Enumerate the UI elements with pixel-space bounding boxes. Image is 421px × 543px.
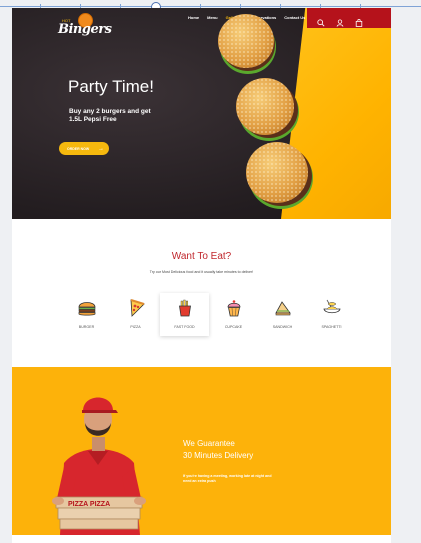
nav-item-menu[interactable]: Menu	[207, 15, 217, 20]
logo-wordmark: Bingers	[58, 22, 112, 37]
burger-image-3	[246, 142, 313, 209]
delivery-man-image: PIZZA PIZZA	[52, 397, 146, 535]
burger-image-2	[236, 78, 299, 141]
section-subtitle: Try our Most Delicious food and it usual…	[149, 270, 254, 274]
search-icon[interactable]	[317, 14, 325, 27]
delivery-section: PIZZA PIZZA We Guarantee 30 Minutes Deli…	[12, 367, 391, 535]
cupcake-icon	[227, 300, 240, 317]
hero-title: Party Time!	[68, 77, 154, 96]
pizza-box-text: PIZZA PIZZA	[68, 501, 110, 508]
nav-item-home[interactable]: Home	[188, 15, 199, 20]
guarantee-text: If you're having a meeting, working late…	[183, 474, 272, 483]
header-icons	[317, 14, 363, 27]
order-now-button[interactable]: ORDER NOW →	[59, 142, 109, 155]
guarantee-title: We Guarantee 30 Minutes Delivery	[183, 439, 254, 460]
pizza-icon	[130, 299, 145, 317]
hero-section: HOT Bingers Home Menu Gallery Reservatio…	[12, 8, 391, 219]
sandwich-icon	[274, 301, 291, 316]
category-burger[interactable]: BURGER	[62, 293, 111, 336]
bag-icon[interactable]	[355, 14, 363, 27]
spaghetti-icon	[323, 299, 340, 314]
section-title: Want To Eat?	[171, 251, 232, 262]
burger-image-1	[218, 14, 276, 74]
category-sandwich[interactable]: SANDWICH	[258, 293, 307, 336]
category-list: BURGER PIZZA FAST FOOD CUPCAKE SANDWICH …	[62, 293, 356, 336]
top-ruler	[0, 0, 421, 12]
categories-section: Want To Eat? Try our Most Delicious food…	[12, 219, 391, 367]
user-icon[interactable]	[336, 14, 344, 27]
arrow-right-icon: →	[98, 145, 104, 152]
fries-icon	[178, 299, 191, 317]
category-pizza[interactable]: PIZZA	[111, 293, 160, 336]
page-canvas: HOT Bingers Home Menu Gallery Reservatio…	[12, 8, 391, 543]
category-spaghetti[interactable]: SPAGHETTI	[307, 293, 356, 336]
category-fast-food[interactable]: FAST FOOD	[160, 293, 209, 336]
category-cupcake[interactable]: CUPCAKE	[209, 293, 258, 336]
logo[interactable]: HOT Bingers	[56, 13, 112, 45]
hero-subtitle: Buy any 2 burgers and get 1.5L Pepsi Fre…	[69, 108, 151, 123]
nav-item-contact[interactable]: Contact Us	[284, 15, 305, 20]
burger-icon	[78, 302, 95, 316]
